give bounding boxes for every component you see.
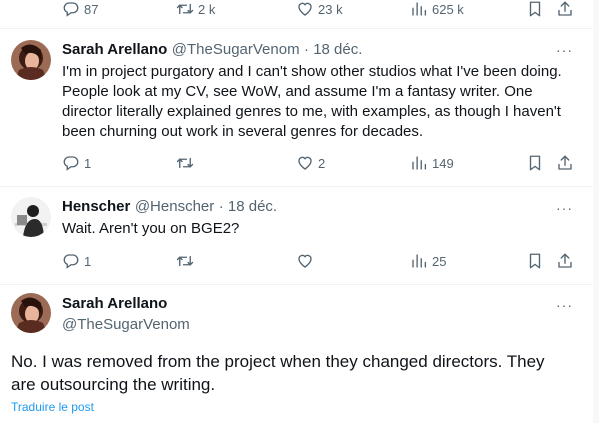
like-count: 23 k [318,1,343,17]
reply-button[interactable]: 87 [62,0,98,18]
repost-icon [176,0,194,18]
views-icon [410,0,428,18]
avatar-sarah[interactable] [11,293,51,333]
more-icon[interactable]: ··· [556,297,573,313]
tweet-date[interactable]: · 18 déc. [219,198,277,215]
reply-count: 1 [84,155,92,171]
views-icon [410,252,428,270]
tweet-date[interactable]: · 18 déc. [304,41,362,58]
divider [0,28,593,29]
tweet-1-text: I'm in project purgatory and I can't sho… [62,63,562,140]
avatar-henscher[interactable] [11,197,51,237]
bookmark-icon [526,252,544,270]
share-button[interactable] [556,252,574,270]
like-button[interactable] [296,252,318,270]
more-icon[interactable]: ··· [556,200,573,216]
top-actions-bar: 87 2 k 23 k 625 k [62,0,583,20]
like-icon [296,252,314,270]
author-name[interactable]: Sarah Arellano [62,41,167,58]
tweet-2-actions: 1 25 [62,252,583,272]
reply-count: 1 [84,253,92,269]
reply-count: 87 [84,1,99,17]
like-count: 2 [318,155,326,171]
author-handle[interactable]: @Henscher [135,198,214,215]
bookmark-icon [526,0,544,18]
share-button[interactable] [556,154,574,172]
author-handle[interactable]: @TheSugarVenom [62,316,190,333]
share-icon [556,0,574,18]
repost-count: 2 k [198,1,216,17]
bookmark-button[interactable] [526,154,544,172]
bookmark-icon [526,154,544,172]
repost-button[interactable] [176,154,198,172]
reply-icon [62,0,80,18]
like-button[interactable]: 2 [296,154,325,172]
like-button[interactable]: 23 k [296,0,343,18]
views-button[interactable]: 25 [410,252,446,270]
share-icon [556,252,574,270]
divider [0,186,593,187]
bookmark-button[interactable] [526,0,544,18]
author-handle[interactable]: @TheSugarVenom [172,41,300,58]
scrollbar-track[interactable] [593,0,599,423]
tweet-2-text: Wait. Aren't you on BGE2? [62,220,240,237]
tweet-3-text: No. I was removed from the project when … [11,352,545,394]
like-icon [296,154,314,172]
views-button[interactable]: 625 k [410,0,464,18]
author-name[interactable]: Sarah Arellano [62,295,167,312]
repost-icon [176,154,194,172]
repost-button[interactable]: 2 k [176,0,215,18]
tweet-2-header: Henscher @Henscher · 18 déc. [62,198,277,216]
reply-icon [62,252,80,270]
reply-icon [62,154,80,172]
views-count: 625 k [432,1,464,17]
like-icon [296,0,314,18]
repost-button[interactable] [176,252,198,270]
reply-button[interactable]: 1 [62,154,91,172]
avatar-sarah[interactable] [11,40,51,80]
translate-link[interactable]: Traduire le post [11,400,94,414]
views-count: 149 [432,155,454,171]
divider [0,284,593,285]
share-button[interactable] [556,0,574,18]
tweet-1-actions: 1 2 149 [62,154,583,174]
more-icon[interactable]: ··· [556,42,573,58]
repost-icon [176,252,194,270]
author-name[interactable]: Henscher [62,198,130,215]
share-icon [556,154,574,172]
bookmark-button[interactable] [526,252,544,270]
tweet-1-header: Sarah Arellano @TheSugarVenom · 18 déc. [62,41,362,59]
views-icon [410,154,428,172]
reply-button[interactable]: 1 [62,252,91,270]
views-count: 25 [432,253,447,269]
views-button[interactable]: 149 [410,154,454,172]
